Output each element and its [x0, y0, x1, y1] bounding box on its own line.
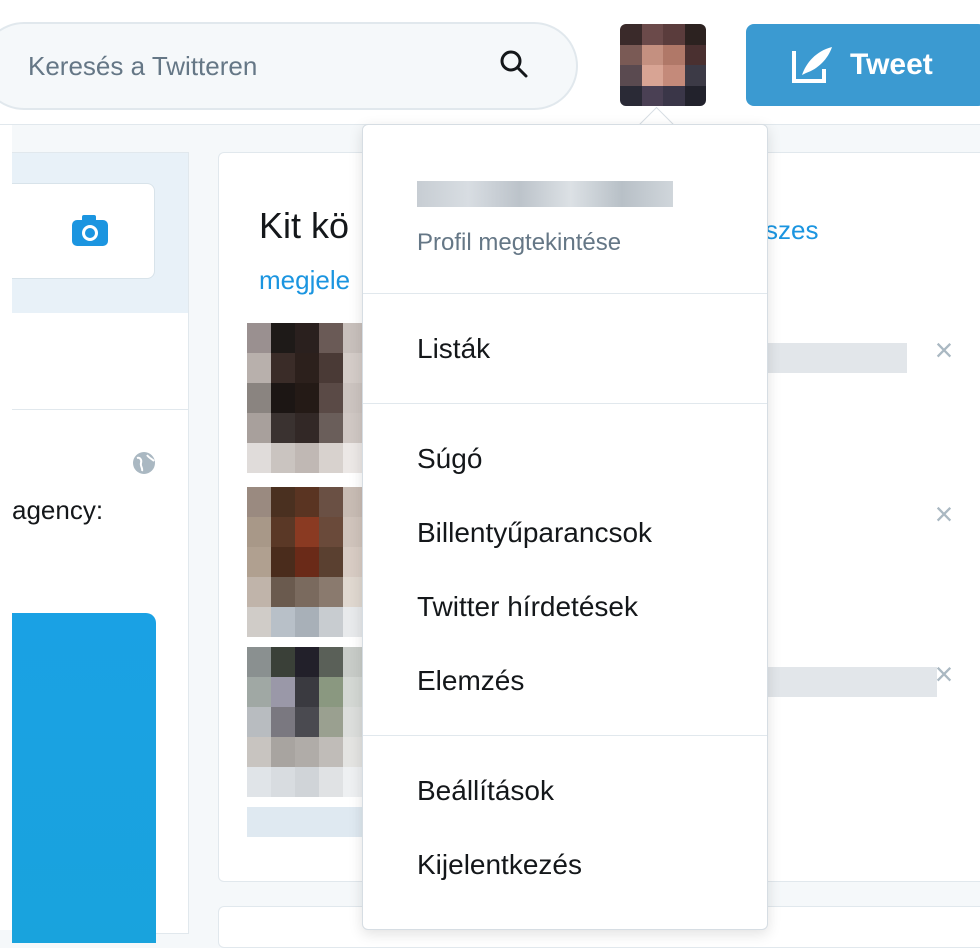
tweet-button[interactable]: Tweet — [746, 24, 980, 106]
suggestion-footer-blurred — [247, 807, 367, 837]
menu-item-lists[interactable]: Listák — [417, 333, 490, 365]
account-dropdown-menu: Profil megtekintése Listák Súgó Billenty… — [362, 124, 768, 930]
dismiss-suggestion-icon[interactable]: × — [929, 658, 959, 690]
suggestion-avatar[interactable] — [247, 487, 367, 637]
username-blurred — [417, 181, 673, 207]
suggestion-name-blurred — [747, 667, 937, 697]
view-all-link[interactable]: szes — [765, 215, 818, 246]
dismiss-suggestion-icon[interactable]: × — [929, 334, 959, 366]
account-avatar[interactable] — [620, 24, 706, 106]
menu-divider — [363, 735, 767, 736]
search-icon[interactable] — [496, 46, 532, 82]
menu-divider — [363, 293, 767, 294]
suggestion-avatar[interactable] — [247, 323, 367, 473]
menu-item-keyboard-shortcuts[interactable]: Billentyűparancsok — [417, 517, 652, 549]
suggestion-avatar[interactable] — [247, 647, 367, 797]
top-navigation-bar: Tweet — [0, 0, 980, 125]
menu-item-twitter-ads[interactable]: Twitter hírdetések — [417, 591, 638, 623]
show-link[interactable]: megjele — [259, 265, 350, 296]
tweet-button-label: Tweet — [850, 48, 933, 81]
view-profile-link[interactable]: Profil megtekintése — [417, 229, 621, 257]
page-left-edge — [0, 0, 12, 930]
tweet-text-snippet: agency: — [12, 495, 104, 525]
search-box[interactable] — [0, 22, 578, 110]
divider — [12, 409, 188, 410]
who-to-follow-title: Kit kö — [259, 205, 350, 246]
menu-item-help[interactable]: Súgó — [417, 443, 482, 475]
menu-item-settings[interactable]: Beállítások — [417, 775, 554, 807]
menu-item-log-out[interactable]: Kijelentkezés — [417, 849, 582, 881]
camera-icon — [72, 215, 108, 246]
promo-card[interactable] — [12, 613, 156, 943]
suggestion-name-blurred — [767, 343, 907, 373]
search-input[interactable] — [28, 48, 488, 84]
menu-item-analytics[interactable]: Elemzés — [417, 665, 524, 697]
menu-divider — [363, 403, 767, 404]
add-photo-button[interactable] — [12, 183, 155, 279]
compose-tweet-icon — [792, 47, 832, 83]
dismiss-suggestion-icon[interactable]: × — [929, 498, 959, 530]
profile-card: agency: — [12, 152, 189, 943]
globe-icon — [133, 452, 155, 474]
